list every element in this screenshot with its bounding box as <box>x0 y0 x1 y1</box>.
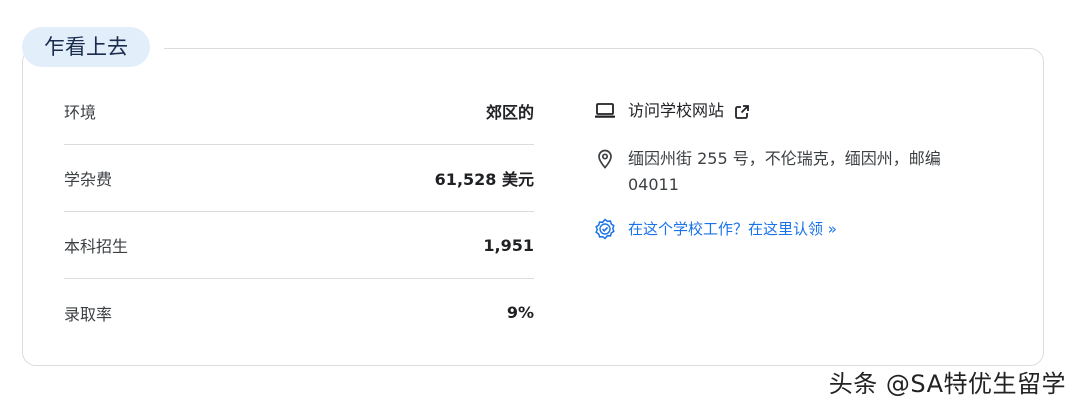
stat-row-tuition: 学杂费 61,528 美元 <box>64 145 534 212</box>
location-pin-icon <box>594 146 616 172</box>
pill-gap <box>150 40 164 56</box>
watermark-text: 头条 @SA特优生留学 <box>828 370 1066 398</box>
stat-label: 学杂费 <box>64 170 113 189</box>
external-link-icon <box>735 104 750 119</box>
section-title: 乍看上去 <box>22 27 150 67</box>
stat-value: 郊区的 <box>485 103 534 122</box>
school-info: 访问学校网站 缅因州街 255 号，不伦瑞克，缅因州，邮编 04011 在这个学… <box>594 98 964 242</box>
claim-school-item[interactable]: 在这个学校工作？在这里认领 » <box>594 216 964 242</box>
stat-label: 环境 <box>64 103 97 122</box>
stat-label: 录取率 <box>64 304 113 324</box>
stat-label: 本科招生 <box>64 237 129 256</box>
claim-school-link[interactable]: 在这个学校工作？在这里认领 » <box>628 216 837 242</box>
laptop-icon <box>594 98 616 124</box>
stat-row-enrollment: 本科招生 1,951 <box>64 212 534 279</box>
verified-badge-icon <box>594 216 616 242</box>
stat-row-setting: 环境 郊区的 <box>64 78 534 145</box>
visit-website-link[interactable]: 访问学校网站 <box>594 98 964 124</box>
stat-value: 1,951 <box>483 235 534 255</box>
stat-value: 61,528 美元 <box>434 170 534 189</box>
stat-value: 9% <box>506 303 534 322</box>
stat-row-acceptance-rate: 录取率 9% <box>64 279 534 346</box>
stats-list: 环境 郊区的 学杂费 61,528 美元 本科招生 1,951 录取率 9% <box>64 78 534 346</box>
address-item: 缅因州街 255 号，不伦瑞克，缅因州，邮编 04011 <box>594 146 964 198</box>
address-text: 缅因州街 255 号，不伦瑞克，缅因州，邮编 04011 <box>628 149 941 194</box>
website-label[interactable]: 访问学校网站 <box>628 101 724 120</box>
